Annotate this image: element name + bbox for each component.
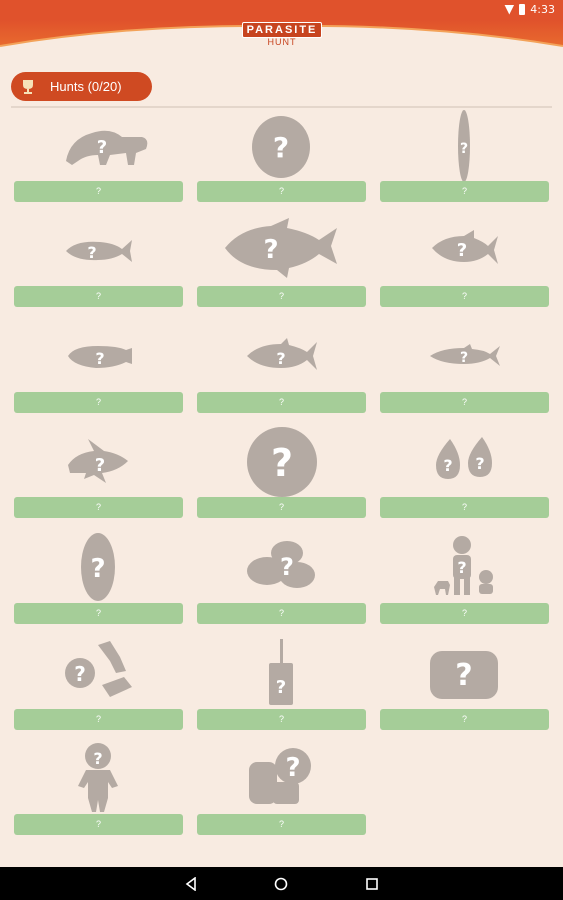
svg-text:?: ? xyxy=(74,662,86,686)
hunt-tile[interactable]: ? ? xyxy=(14,531,183,626)
circle-silhouette-icon: ? xyxy=(197,425,366,497)
status-time: 4:33 xyxy=(530,3,555,16)
tile-label: ? xyxy=(197,286,366,307)
hunt-tile[interactable]: ? ? xyxy=(14,320,183,415)
recents-icon[interactable] xyxy=(361,873,383,895)
spiky-fish-silhouette-icon: ? xyxy=(14,425,183,497)
people-pets-silhouette-icon: ? xyxy=(380,531,549,603)
tile-label: ? xyxy=(380,709,549,730)
tile-label: ? xyxy=(380,603,549,624)
slim-fish-silhouette-icon: ? xyxy=(380,320,549,392)
hunt-tile[interactable]: ? ? xyxy=(197,425,366,520)
svg-text:?: ? xyxy=(443,456,452,475)
rounded-rectangle-silhouette-icon: ? xyxy=(380,637,549,709)
svg-text:?: ? xyxy=(263,235,278,265)
hunt-tile[interactable]: ? ? xyxy=(197,214,366,309)
status-bar: 4:33 xyxy=(0,0,563,20)
app-logo: PARASITE HUNT xyxy=(238,20,326,50)
svg-text:?: ? xyxy=(455,658,472,693)
hunt-tile[interactable]: ? ? xyxy=(14,214,183,309)
app-header: PARASITE HUNT xyxy=(0,20,563,54)
hunt-tile[interactable]: ? ? xyxy=(197,109,366,204)
tile-label: ? xyxy=(14,814,183,835)
trophy-icon xyxy=(11,72,44,101)
tile-label: ? xyxy=(14,286,183,307)
tile-label: ? xyxy=(197,497,366,518)
heads-silhouette-icon: ? xyxy=(197,742,366,814)
tile-label: ? xyxy=(14,392,183,413)
hunt-tile[interactable]: ? ? xyxy=(14,637,183,732)
tile-label: ? xyxy=(14,709,183,730)
svg-text:?: ? xyxy=(87,243,96,262)
hunt-tile[interactable]: ? ? xyxy=(380,320,549,415)
svg-text:?: ? xyxy=(280,553,294,581)
svg-text:?: ? xyxy=(95,455,105,476)
hunt-tile[interactable]: ? ? xyxy=(380,109,549,204)
svg-text:?: ? xyxy=(460,141,468,157)
hunt-tile[interactable]: ? ? xyxy=(197,742,366,837)
wifi-icon xyxy=(504,4,515,15)
system-nav-bar xyxy=(0,867,563,900)
tile-label: ? xyxy=(14,181,183,202)
egg-silhouette-icon: ? xyxy=(14,531,183,603)
hunt-tile[interactable]: ? ? xyxy=(14,425,183,520)
snails-silhouette-icon: ? xyxy=(14,637,183,709)
seeds-silhouette-icon: ?? xyxy=(380,425,549,497)
hunt-tile[interactable]: ? ? xyxy=(197,531,366,626)
tile-label: ? xyxy=(380,392,549,413)
hunt-tile[interactable]: ? ? xyxy=(380,531,549,626)
svg-text:?: ? xyxy=(285,753,300,783)
tile-label: ? xyxy=(380,181,549,202)
svg-text:?: ? xyxy=(271,441,293,485)
svg-text:?: ? xyxy=(273,131,289,164)
logo-title: PARASITE xyxy=(241,22,323,38)
tile-label: ? xyxy=(14,497,183,518)
svg-text:?: ? xyxy=(276,349,285,368)
svg-text:?: ? xyxy=(90,554,105,584)
back-icon[interactable] xyxy=(180,873,202,895)
hunt-tile[interactable]: ?? ? xyxy=(380,425,549,520)
tile-label: ? xyxy=(380,286,549,307)
hunt-tile[interactable]: ? ? xyxy=(14,742,183,837)
svg-text:?: ? xyxy=(95,349,104,368)
svg-text:?: ? xyxy=(457,558,466,577)
oval-silhouette-icon: ? xyxy=(197,109,366,181)
child-silhouette-icon: ? xyxy=(14,742,183,814)
svg-text:?: ? xyxy=(457,240,467,261)
battery-icon xyxy=(519,4,526,15)
hunt-tile[interactable]: ? ? xyxy=(197,320,366,415)
fish-silhouette-icon: ? xyxy=(380,214,549,286)
svg-text:?: ? xyxy=(460,350,468,366)
svg-text:?: ? xyxy=(93,749,102,768)
svg-text:?: ? xyxy=(97,137,107,158)
svg-text:?: ? xyxy=(276,677,286,698)
hunts-label: Hunts (0/20) xyxy=(50,79,122,94)
divider xyxy=(11,106,552,108)
hunt-tile[interactable]: ? ? xyxy=(380,637,549,732)
trout-silhouette-icon: ? xyxy=(197,320,366,392)
flat-fish-silhouette-icon: ? xyxy=(14,320,183,392)
blobs-silhouette-icon: ? xyxy=(197,531,366,603)
hunt-tile[interactable]: ? ? xyxy=(380,214,549,309)
large-fish-silhouette-icon: ? xyxy=(197,214,366,286)
small-fish-silhouette-icon: ? xyxy=(14,214,183,286)
home-icon[interactable] xyxy=(270,873,292,895)
tile-label: ? xyxy=(197,814,366,835)
hunts-counter[interactable]: Hunts (0/20) xyxy=(11,72,152,101)
anteater-silhouette-icon: ? xyxy=(14,109,183,181)
tile-label: ? xyxy=(197,603,366,624)
tile-label: ? xyxy=(197,709,366,730)
svg-text:?: ? xyxy=(475,454,484,473)
status-icons: 4:33 xyxy=(504,3,555,16)
hunt-tile[interactable]: ? ? xyxy=(197,637,366,732)
tile-label: ? xyxy=(197,392,366,413)
tile-label: ? xyxy=(14,603,183,624)
long-worm-silhouette-icon: ? xyxy=(380,109,549,182)
tile-label: ? xyxy=(380,497,549,518)
tile-label: ? xyxy=(197,181,366,202)
vial-silhouette-icon: ? xyxy=(197,637,366,709)
hunt-tile[interactable]: ? ? xyxy=(14,109,183,204)
logo-subtitle: HUNT xyxy=(267,37,297,47)
